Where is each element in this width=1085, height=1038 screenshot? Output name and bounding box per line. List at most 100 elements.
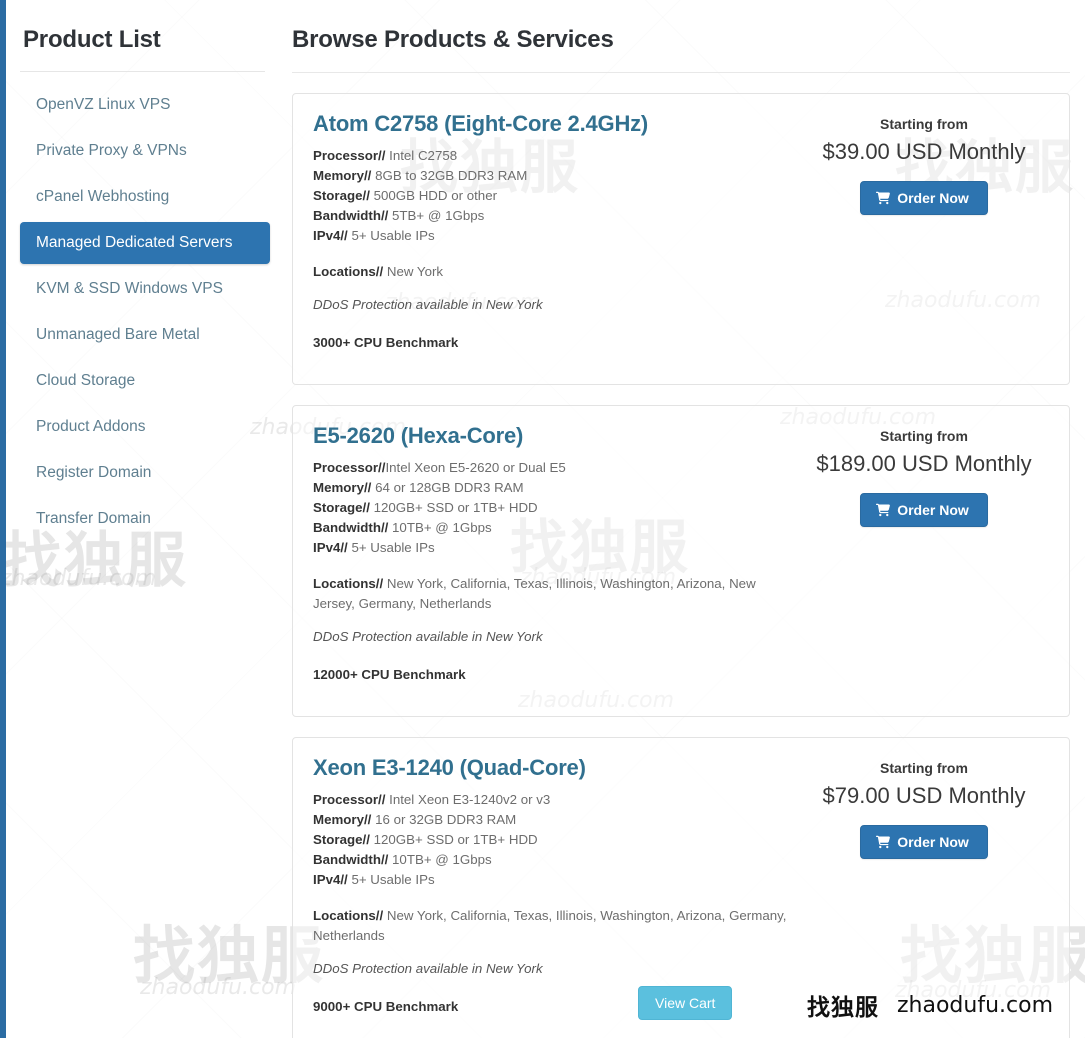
spec-label: Processor//: [313, 459, 386, 475]
product-details: E5-2620 (Hexa-Core) Processor//Intel Xeo…: [313, 422, 799, 698]
product-pricing: Starting from $189.00 USD Monthly Order …: [799, 422, 1049, 698]
sidebar-title: Product List: [23, 26, 161, 53]
main-content: Browse Products & Services Atom C2758 (E…: [292, 0, 1070, 1038]
watermark-domain: zhaodufu.com: [0, 566, 157, 591]
spec-locations: Locations// New York, California, Texas,…: [313, 574, 789, 614]
order-now-button[interactable]: Order Now: [860, 825, 988, 860]
spec-value: 500GB HDD or other: [369, 187, 498, 203]
left-scrollbar-rail[interactable]: [0, 0, 6, 1038]
spec-value: 64 or 128GB DDR3 RAM: [371, 479, 524, 495]
spec-value: 120GB+ SSD or 1TB+ HDD: [369, 499, 538, 515]
spec-value: 10TB+ @ 1Gbps: [388, 851, 492, 867]
spec-memory: Memory// 16 or 32GB DDR3 RAM: [313, 810, 789, 830]
brand-logo-text: 找独服: [807, 995, 879, 1021]
spec-value: Intel Xeon E3-1240v2 or v3: [385, 791, 551, 807]
ddos-note: DDoS Protection available in New York: [313, 628, 543, 644]
spec-processor: Processor//Intel Xeon E5-2620 or Dual E5: [313, 458, 789, 478]
starting-from-label: Starting from: [880, 116, 968, 132]
product-title: Atom C2758 (Eight-Core 2.4GHz): [313, 111, 649, 136]
spec-storage: Storage// 120GB+ SSD or 1TB+ HDD: [313, 830, 789, 850]
spec-label: Memory//: [313, 479, 372, 495]
sidebar-item-private-proxy-vpns[interactable]: Private Proxy & VPNs: [20, 130, 270, 172]
order-now-label: Order Now: [897, 834, 969, 851]
sidebar-item-product-addons[interactable]: Product Addons: [20, 406, 270, 448]
spec-label: Storage//: [313, 187, 370, 203]
locations-label: Locations//: [313, 263, 384, 279]
spec-memory: Memory// 64 or 128GB DDR3 RAM: [313, 478, 789, 498]
sidebar-item-cloud-storage[interactable]: Cloud Storage: [20, 360, 270, 402]
spec-label: Processor//: [313, 791, 386, 807]
spec-ipv4: IPv4// 5+ Usable IPs: [313, 226, 789, 246]
order-now-label: Order Now: [897, 502, 969, 519]
spec-label: Memory//: [313, 167, 372, 183]
product-price: $189.00 USD Monthly: [816, 451, 1032, 477]
spec-value: Intel C2758: [385, 147, 458, 163]
ddos-note: DDoS Protection available in New York: [313, 960, 543, 976]
main-divider: [292, 72, 1070, 73]
locations-label: Locations//: [313, 907, 384, 923]
sidebar-nav: OpenVZ Linux VPS Private Proxy & VPNs cP…: [20, 84, 270, 540]
order-now-button[interactable]: Order Now: [860, 493, 988, 528]
locations-value: New York, California, Texas, Illinois, W…: [313, 907, 787, 943]
spec-value: Intel Xeon E5-2620 or Dual E5: [385, 459, 566, 475]
shopping-cart-icon: [876, 835, 891, 849]
brand-domain-text: zhaodufu.com: [897, 992, 1054, 1018]
sidebar: Product List OpenVZ Linux VPS Private Pr…: [20, 0, 270, 544]
order-now-label: Order Now: [897, 190, 969, 206]
starting-from-label: Starting from: [880, 760, 968, 777]
product-catalog-page: 找独服 zhaodufu.com 找独服 zhaodufu.com 找独服 zh…: [0, 0, 1085, 1038]
spec-label: Storage//: [313, 831, 370, 847]
sidebar-divider: [20, 71, 265, 72]
spec-value: 120GB+ SSD or 1TB+ HDD: [369, 831, 538, 847]
brand-mark: 找独服 zhaodufu.com: [807, 988, 1053, 1022]
page-title: Browse Products & Services: [292, 26, 614, 53]
sidebar-item-unmanaged-bare-metal[interactable]: Unmanaged Bare Metal: [20, 314, 270, 356]
order-now-button[interactable]: Order Now: [860, 181, 988, 215]
spec-bandwidth: Bandwidth// 5TB+ @ 1Gbps: [313, 206, 789, 226]
sidebar-item-cpanel-webhosting[interactable]: cPanel Webhosting: [20, 176, 270, 218]
product-title: E5-2620 (Hexa-Core): [313, 423, 524, 449]
spec-ipv4: IPv4// 5+ Usable IPs: [313, 870, 789, 890]
product-card[interactable]: E5-2620 (Hexa-Core) Processor//Intel Xeo…: [292, 405, 1070, 718]
product-title: Xeon E3-1240 (Quad-Core): [313, 755, 586, 781]
shopping-cart-icon: [876, 191, 891, 205]
sidebar-item-kvm-ssd-windows-vps[interactable]: KVM & SSD Windows VPS: [20, 268, 270, 310]
spec-label: Bandwidth//: [313, 851, 389, 867]
spec-processor: Processor// Intel C2758: [313, 146, 789, 166]
spec-storage: Storage// 500GB HDD or other: [313, 186, 789, 206]
view-cart-button[interactable]: View Cart: [638, 986, 733, 1020]
product-pricing: Starting from $39.00 USD Monthly Order N…: [799, 110, 1049, 366]
spec-storage: Storage// 120GB+ SSD or 1TB+ HDD: [313, 498, 789, 518]
product-price: $79.00 USD Monthly: [822, 783, 1026, 809]
spec-label: IPv4//: [313, 227, 348, 243]
sidebar-item-openvz-linux-vps[interactable]: OpenVZ Linux VPS: [20, 84, 270, 126]
locations-label: Locations//: [313, 575, 384, 591]
locations-value: New York: [383, 263, 444, 279]
spec-ipv4: IPv4// 5+ Usable IPs: [313, 538, 789, 558]
spec-bandwidth: Bandwidth// 10TB+ @ 1Gbps: [313, 850, 789, 870]
cpu-benchmark: 3000+ CPU Benchmark: [313, 334, 459, 350]
cpu-benchmark: 12000+ CPU Benchmark: [313, 666, 466, 682]
spec-value: 5+ Usable IPs: [347, 871, 435, 887]
spec-locations: Locations// New York: [313, 262, 789, 282]
spec-label: Bandwidth//: [313, 519, 389, 535]
spec-label: IPv4//: [313, 539, 348, 555]
product-card[interactable]: Atom C2758 (Eight-Core 2.4GHz) Processor…: [292, 93, 1070, 386]
spec-label: IPv4//: [313, 871, 348, 887]
spec-value: 5+ Usable IPs: [347, 539, 435, 555]
spec-value: 5TB+ @ 1Gbps: [388, 207, 485, 223]
spec-bandwidth: Bandwidth// 10TB+ @ 1Gbps: [313, 518, 789, 538]
spec-memory: Memory// 8GB to 32GB DDR3 RAM: [313, 166, 789, 186]
sidebar-item-register-domain[interactable]: Register Domain: [20, 452, 270, 494]
spec-label: Memory//: [313, 811, 372, 827]
sidebar-item-managed-dedicated-servers[interactable]: Managed Dedicated Servers: [20, 222, 270, 264]
sidebar-item-transfer-domain[interactable]: Transfer Domain: [20, 498, 270, 540]
spec-value: 10TB+ @ 1Gbps: [388, 519, 492, 535]
spec-label: Bandwidth//: [313, 207, 389, 223]
spec-value: 8GB to 32GB DDR3 RAM: [371, 167, 528, 183]
ddos-note: DDoS Protection available in New York: [313, 296, 543, 312]
spec-value: 16 or 32GB DDR3 RAM: [371, 811, 517, 827]
spec-label: Storage//: [313, 499, 370, 515]
